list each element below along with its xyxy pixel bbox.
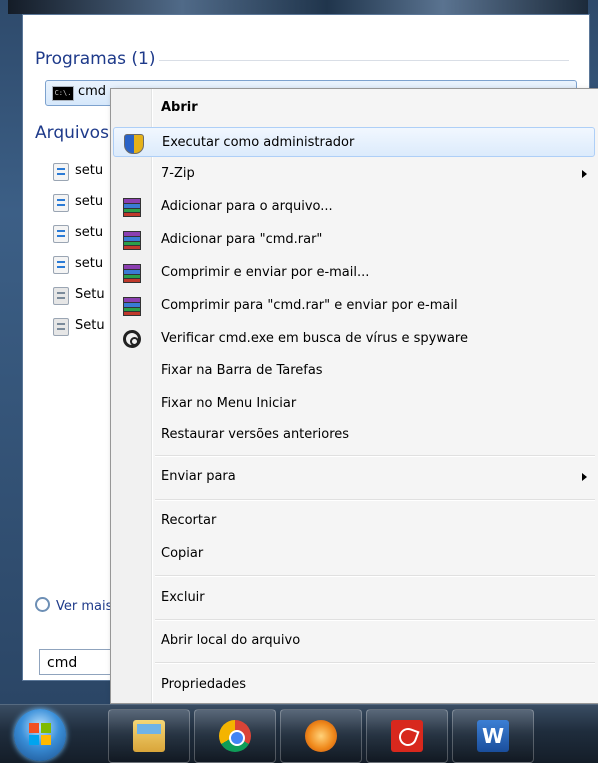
program-result-label: cmd (78, 84, 107, 99)
chrome-icon (219, 720, 251, 752)
taskbar: W (0, 704, 598, 763)
taskbar-button-chrome[interactable] (194, 709, 276, 763)
menu-item-compress-cmd-rar-email[interactable]: Comprimir para "cmd.rar" e enviar por e-… (113, 291, 595, 321)
avg-icon (123, 330, 141, 348)
menu-item-label: Excluir (161, 590, 205, 605)
menu-item-label: Fixar na Barra de Tarefas (161, 363, 323, 378)
menu-item-virus-scan[interactable]: Verificar cmd.exe em busca de vírus e sp… (113, 324, 595, 354)
menu-item-label: Restaurar versões anteriores (161, 427, 350, 442)
taskbar-button-orange-app[interactable] (280, 709, 362, 763)
menu-separator (155, 575, 595, 577)
winrar-icon (123, 231, 141, 250)
menu-separator (155, 455, 595, 457)
menu-item-properties[interactable]: Propriedades (113, 670, 595, 700)
file-result-label: setu (75, 256, 104, 271)
orange-app-icon (305, 720, 337, 752)
menu-separator (155, 499, 595, 501)
menu-separator (155, 619, 595, 621)
programs-header-rule (159, 60, 569, 61)
menu-item-label: Adicionar para o arquivo... (161, 199, 333, 214)
menu-item-label: Abrir (161, 100, 198, 115)
menu-item-cut[interactable]: Recortar (113, 506, 595, 536)
programs-section-header: Programas (1) (35, 49, 569, 69)
menu-item-label: Comprimir para "cmd.rar" e enviar por e-… (161, 298, 458, 313)
menu-item-abrir[interactable]: Abrir (113, 93, 595, 123)
menu-item-open-file-location[interactable]: Abrir local do arquivo (113, 626, 595, 656)
taskbar-button-explorer[interactable] (108, 709, 190, 763)
winrar-icon (123, 297, 141, 316)
setup-file-icon (53, 287, 69, 305)
menu-item-7zip[interactable]: 7-Zip (113, 159, 595, 189)
uac-shield-icon (124, 134, 144, 154)
menu-item-label: Verificar cmd.exe em busca de vírus e sp… (161, 331, 468, 346)
submenu-arrow-icon (582, 473, 587, 481)
file-result-label: Setu (75, 287, 105, 302)
programs-header-label: Programas (1) (35, 49, 156, 69)
menu-item-restore-previous-versions[interactable]: Restaurar versões anteriores (113, 420, 595, 450)
search-icon (35, 597, 50, 612)
cmd-icon: C:\. (52, 86, 74, 101)
menu-item-label: Copiar (161, 546, 204, 561)
menu-item-pin-taskbar[interactable]: Fixar na Barra de Tarefas (113, 356, 595, 386)
taskbar-button-adobe-reader[interactable] (366, 709, 448, 763)
menu-item-label: Adicionar para "cmd.rar" (161, 232, 323, 247)
text-file-icon (53, 163, 69, 181)
menu-item-delete[interactable]: Excluir (113, 583, 595, 613)
search-input-value: cmd (47, 655, 78, 671)
menu-item-label: 7-Zip (161, 166, 195, 181)
menu-item-copy[interactable]: Copiar (113, 539, 595, 569)
menu-item-label: Abrir local do arquivo (161, 633, 301, 648)
file-result-label: setu (75, 194, 104, 209)
menu-item-label: Propriedades (161, 677, 247, 692)
text-file-icon (53, 194, 69, 212)
start-button[interactable] (14, 709, 66, 761)
taskbar-button-word[interactable]: W (452, 709, 534, 763)
see-more-label: Ver mais (56, 599, 113, 614)
file-result-label: setu (75, 225, 104, 240)
menu-item-pin-start-menu[interactable]: Fixar no Menu Iniciar (113, 389, 595, 419)
file-result-label: Setu (75, 318, 105, 333)
menu-item-compress-email[interactable]: Comprimir e enviar por e-mail... (113, 258, 595, 288)
winrar-icon (123, 198, 141, 217)
menu-item-add-to-cmd-rar[interactable]: Adicionar para "cmd.rar" (113, 225, 595, 255)
winrar-icon (123, 264, 141, 283)
menu-item-label: Executar como administrador (162, 135, 355, 150)
menu-item-label: Comprimir e enviar por e-mail... (161, 265, 370, 280)
submenu-arrow-icon (582, 170, 587, 178)
menu-item-send-to[interactable]: Enviar para (113, 462, 595, 492)
menu-separator (155, 662, 595, 664)
menu-item-label: Enviar para (161, 469, 236, 484)
menu-item-label: Recortar (161, 513, 217, 528)
menu-item-add-to-archive[interactable]: Adicionar para o arquivo... (113, 192, 595, 222)
files-header-label: Arquivos (35, 123, 109, 143)
word-icon: W (477, 720, 509, 752)
menu-item-label: Fixar no Menu Iniciar (161, 396, 297, 411)
text-file-icon (53, 256, 69, 274)
start-menu-top-border (8, 0, 588, 14)
files-section-header: Arquivos (35, 123, 109, 143)
text-file-icon (53, 225, 69, 243)
windows-explorer-icon (133, 720, 165, 752)
context-menu: Abrir Executar como administrador 7-Zip … (110, 88, 598, 704)
see-more-results-link[interactable]: Ver mais (35, 597, 112, 614)
menu-item-run-as-admin[interactable]: Executar como administrador (113, 127, 595, 157)
windows-logo-icon (29, 723, 51, 745)
setup-file-icon (53, 318, 69, 336)
adobe-reader-icon (391, 720, 423, 752)
file-result-label: setu (75, 163, 104, 178)
